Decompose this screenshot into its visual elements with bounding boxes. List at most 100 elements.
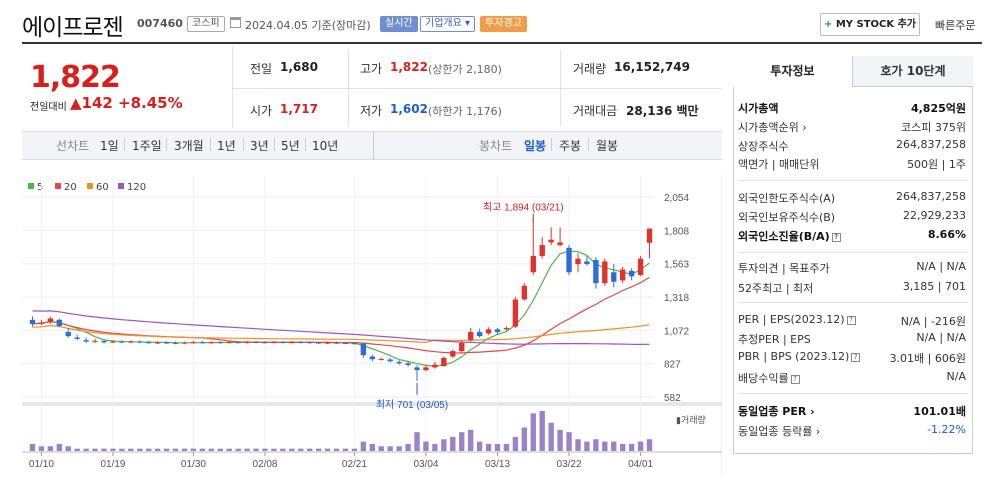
period-tab-1w[interactable]: 1주일 — [132, 137, 162, 154]
help-icon[interactable]: ? — [790, 375, 800, 384]
tab-separator — [243, 138, 244, 151]
help-icon[interactable]: ? — [831, 233, 841, 242]
info-row-label: 투자의견 | 목표주가 — [738, 262, 830, 275]
investment-warning-badge: 투자경고 — [480, 16, 527, 32]
candle — [575, 253, 581, 273]
volume-bar — [459, 432, 465, 451]
price-tick-label: 1,563 — [664, 260, 689, 271]
candle — [208, 341, 215, 344]
info-row: 시가총액 4,825억원 — [738, 100, 968, 118]
candle — [190, 340, 197, 344]
info-row: 52주최고 | 최저 3,185 | 701 — [738, 280, 968, 298]
prev-close-value: 1,680 — [280, 60, 318, 74]
candle-body — [530, 255, 536, 273]
candle-tab-monthly[interactable]: 월봉 — [596, 137, 618, 154]
candle-body — [324, 342, 331, 344]
candle — [83, 337, 89, 343]
price-tick-label: 582 — [664, 393, 681, 404]
realtime-button[interactable]: 실시간 — [380, 16, 418, 32]
quick-order-link[interactable]: 빠른주문 — [935, 17, 975, 33]
tab-separator — [305, 138, 306, 151]
low-label: 저가 — [360, 104, 383, 118]
tab-investment-info[interactable]: 투자정보 — [733, 56, 853, 87]
my-stock-add-button[interactable]: + MY STOCK 추가 — [820, 13, 920, 36]
volume-bar — [110, 448, 116, 451]
volume-bar — [74, 448, 80, 451]
volume-bar — [557, 429, 563, 451]
x-tick-label: 01/30 — [181, 459, 206, 470]
candle — [611, 264, 617, 288]
period-tab-1y[interactable]: 1년 — [217, 137, 236, 154]
volume-bar — [423, 441, 429, 451]
volume-bar — [65, 446, 71, 451]
divider — [232, 46, 233, 128]
info-row: 상장주식수 264,837,258 — [738, 138, 968, 156]
tab-separator — [124, 138, 125, 151]
candle-body — [110, 341, 116, 343]
info-row-value: 4,825억원 — [910, 102, 966, 115]
tab-orderbook-10[interactable]: 호가 10단계 — [853, 56, 973, 87]
volume-bar — [56, 443, 62, 451]
volume-bar — [47, 446, 54, 451]
candle-body — [146, 342, 152, 344]
x-tick-label: 02/21 — [342, 459, 367, 470]
period-tab-3y[interactable]: 3년 — [250, 137, 269, 154]
candle-tab-weekly[interactable]: 주봉 — [559, 137, 581, 154]
candle — [378, 357, 384, 361]
info-row: 배당수익률? N/A — [738, 370, 968, 388]
candle-body — [181, 342, 188, 344]
candle — [646, 228, 653, 259]
change-value: ▲142 — [70, 94, 113, 112]
help-icon[interactable]: ? — [851, 353, 861, 362]
info-row: PBR | BPS (2023.12)? 3.01배 | 606원 — [738, 350, 968, 368]
info-row[interactable]: 동일업종 PER › 101.01배 — [738, 403, 968, 421]
low-annotation: 최저 701 (03/05) — [376, 399, 448, 411]
volume-label: 거래량 — [573, 62, 607, 76]
candle-body — [289, 342, 295, 344]
info-row[interactable]: 동일업종 등락률 › -1.22% — [738, 423, 968, 441]
candle-body — [253, 341, 259, 343]
candle-body — [405, 363, 411, 365]
candle-tab-daily[interactable]: 일봉 — [524, 137, 546, 154]
x-tick-label: 01/19 — [100, 459, 125, 470]
candle-body — [163, 342, 170, 344]
up-arrow-icon: ▲ — [70, 94, 82, 112]
volume-bar — [333, 448, 340, 451]
x-tick-label: 04/01 — [628, 459, 653, 470]
volume-bar — [602, 441, 608, 451]
candle-body — [593, 260, 599, 284]
period-tab-10y[interactable]: 10년 — [312, 137, 338, 154]
company-overview-dropdown[interactable]: 기업개요 ▾ — [420, 16, 475, 32]
period-tab-3m[interactable]: 3개월 — [174, 137, 204, 154]
prev-close-label: 전일 — [250, 62, 273, 76]
candle-body — [307, 342, 313, 344]
stock-name: 에이프로젠 — [22, 15, 124, 41]
change-rate: +8.45% — [118, 94, 183, 112]
volume-bar — [271, 448, 277, 451]
candle-body — [235, 342, 241, 344]
candle-body — [47, 318, 54, 322]
volume-bar — [530, 413, 536, 451]
market-tag: 코스피 — [187, 16, 225, 32]
volume-bar — [539, 411, 545, 451]
candle-body — [566, 247, 572, 273]
price-chart[interactable]: 2,054 1,808 1,563 1,318 1,072 827 582 01/10 01/1… — [22, 175, 722, 475]
candle-body — [432, 364, 438, 368]
info-row: 액면가 | 매매단위 500원 | 1주 — [738, 156, 968, 174]
help-icon[interactable]: ? — [846, 316, 856, 325]
change-amount: 142 — [81, 94, 113, 112]
volume-bar — [226, 448, 232, 451]
header-divider — [22, 42, 982, 44]
candle — [146, 340, 152, 344]
candle-body — [119, 341, 125, 343]
candle — [593, 257, 599, 289]
info-row-value: 264,837,258 — [896, 138, 966, 151]
period-tab-5y[interactable]: 5년 — [281, 137, 300, 154]
candle-body — [74, 337, 80, 339]
volume-bar — [342, 448, 349, 451]
info-row-value: 코스피 375위 — [901, 121, 966, 134]
candle-body — [262, 342, 268, 344]
info-row[interactable]: 시가총액순위 › 코스피 375위 — [738, 119, 968, 137]
x-tick-label: 03/04 — [413, 459, 438, 470]
period-tab-1d[interactable]: 1일 — [100, 137, 119, 154]
